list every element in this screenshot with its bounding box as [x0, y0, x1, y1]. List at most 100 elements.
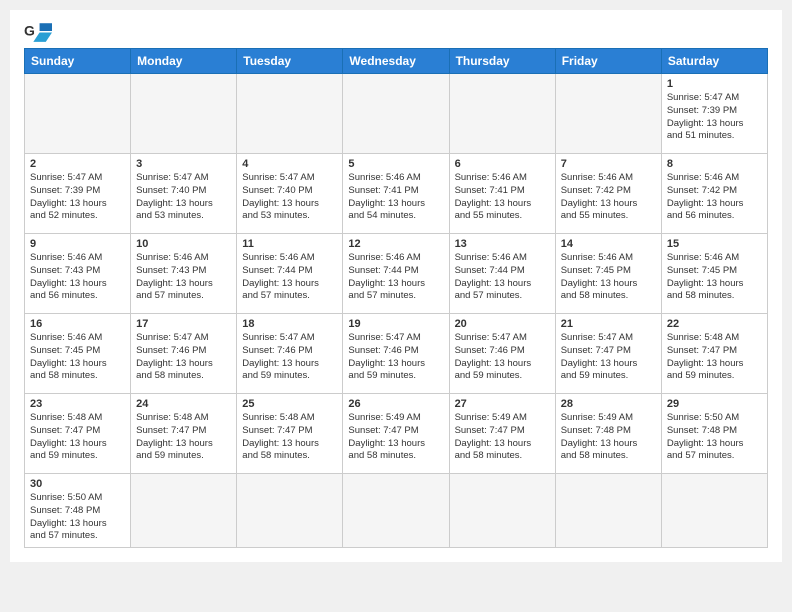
- calendar-day-cell: [555, 474, 661, 548]
- calendar-table: SundayMondayTuesdayWednesdayThursdayFrid…: [24, 48, 768, 548]
- logo-icon: G: [24, 20, 52, 42]
- calendar-day-cell: 16 Sunrise: 5:46 AM Sunset: 7:45 PM Dayli…: [25, 314, 131, 394]
- day-detail: Sunrise: 5:49 AM Sunset: 7:47 PM Dayligh…: [455, 412, 550, 463]
- logo: G: [24, 20, 56, 42]
- day-number: 25: [242, 398, 337, 410]
- calendar-day-cell: [661, 474, 767, 548]
- calendar-thead: SundayMondayTuesdayWednesdayThursdayFrid…: [25, 49, 768, 74]
- calendar-day-cell: 1 Sunrise: 5:47 AM Sunset: 7:39 PM Daylig…: [661, 74, 767, 154]
- calendar-day-cell: 8 Sunrise: 5:46 AM Sunset: 7:42 PM Daylig…: [661, 154, 767, 234]
- calendar-day-cell: 3Sunrise: 5:47 AM Sunset: 7:40 PM Daylig…: [131, 154, 237, 234]
- day-number: 11: [242, 238, 337, 250]
- day-number: 17: [136, 318, 231, 330]
- calendar-day-cell: 4 Sunrise: 5:47 AM Sunset: 7:40 PM Daylig…: [237, 154, 343, 234]
- weekday-wednesday: Wednesday: [343, 49, 449, 74]
- calendar-day-cell: [25, 74, 131, 154]
- day-number: 24: [136, 398, 231, 410]
- calendar-day-cell: 10Sunrise: 5:46 AM Sunset: 7:43 PM Dayli…: [131, 234, 237, 314]
- calendar-day-cell: 13 Sunrise: 5:46 AM Sunset: 7:44 PM Dayli…: [449, 234, 555, 314]
- calendar-tbody: 1 Sunrise: 5:47 AM Sunset: 7:39 PM Daylig…: [25, 74, 768, 548]
- calendar-day-cell: 26Sunrise: 5:49 AM Sunset: 7:47 PM Dayli…: [343, 394, 449, 474]
- calendar-week-row: 23Sunrise: 5:48 AM Sunset: 7:47 PM Dayli…: [25, 394, 768, 474]
- calendar-day-cell: 30Sunrise: 5:50 AM Sunset: 7:48 PM Dayli…: [25, 474, 131, 548]
- calendar-day-cell: 22 Sunrise: 5:48 AM Sunset: 7:47 PM Dayli…: [661, 314, 767, 394]
- day-detail: Sunrise: 5:46 AM Sunset: 7:43 PM Dayligh…: [136, 252, 231, 303]
- calendar-week-row: 16 Sunrise: 5:46 AM Sunset: 7:45 PM Dayli…: [25, 314, 768, 394]
- calendar-day-cell: 17 Sunrise: 5:47 AM Sunset: 7:46 PM Dayli…: [131, 314, 237, 394]
- day-detail: Sunrise: 5:46 AM Sunset: 7:45 PM Dayligh…: [561, 252, 656, 303]
- day-number: 9: [30, 238, 125, 250]
- day-detail: Sunrise: 5:48 AM Sunset: 7:47 PM Dayligh…: [242, 412, 337, 463]
- day-detail: Sunrise: 5:47 AM Sunset: 7:40 PM Dayligh…: [136, 172, 231, 223]
- day-detail: Sunrise: 5:46 AM Sunset: 7:44 PM Dayligh…: [455, 252, 550, 303]
- weekday-saturday: Saturday: [661, 49, 767, 74]
- calendar-week-row: 30Sunrise: 5:50 AM Sunset: 7:48 PM Dayli…: [25, 474, 768, 548]
- calendar-day-cell: 25 Sunrise: 5:48 AM Sunset: 7:47 PM Dayli…: [237, 394, 343, 474]
- calendar-day-cell: [343, 74, 449, 154]
- weekday-header-row: SundayMondayTuesdayWednesdayThursdayFrid…: [25, 49, 768, 74]
- calendar-day-cell: 28 Sunrise: 5:49 AM Sunset: 7:48 PM Dayli…: [555, 394, 661, 474]
- calendar-day-cell: 20Sunrise: 5:47 AM Sunset: 7:46 PM Dayli…: [449, 314, 555, 394]
- calendar-day-cell: 7 Sunrise: 5:46 AM Sunset: 7:42 PM Daylig…: [555, 154, 661, 234]
- day-detail: Sunrise: 5:46 AM Sunset: 7:42 PM Dayligh…: [667, 172, 762, 223]
- calendar-day-cell: 19 Sunrise: 5:47 AM Sunset: 7:46 PM Dayli…: [343, 314, 449, 394]
- day-number: 2: [30, 158, 125, 170]
- calendar-day-cell: 15 Sunrise: 5:46 AM Sunset: 7:45 PM Dayli…: [661, 234, 767, 314]
- weekday-monday: Monday: [131, 49, 237, 74]
- day-number: 19: [348, 318, 443, 330]
- calendar-day-cell: 9 Sunrise: 5:46 AM Sunset: 7:43 PM Daylig…: [25, 234, 131, 314]
- day-number: 28: [561, 398, 656, 410]
- calendar-day-cell: 6Sunrise: 5:46 AM Sunset: 7:41 PM Daylig…: [449, 154, 555, 234]
- day-number: 21: [561, 318, 656, 330]
- weekday-sunday: Sunday: [25, 49, 131, 74]
- calendar-day-cell: 2Sunrise: 5:47 AM Sunset: 7:39 PM Daylig…: [25, 154, 131, 234]
- day-detail: Sunrise: 5:49 AM Sunset: 7:47 PM Dayligh…: [348, 412, 443, 463]
- day-detail: Sunrise: 5:46 AM Sunset: 7:42 PM Dayligh…: [561, 172, 656, 223]
- calendar-day-cell: 27 Sunrise: 5:49 AM Sunset: 7:47 PM Dayli…: [449, 394, 555, 474]
- day-number: 15: [667, 238, 762, 250]
- day-number: 4: [242, 158, 337, 170]
- day-number: 27: [455, 398, 550, 410]
- calendar-day-cell: 24Sunrise: 5:48 AM Sunset: 7:47 PM Dayli…: [131, 394, 237, 474]
- day-detail: Sunrise: 5:48 AM Sunset: 7:47 PM Dayligh…: [667, 332, 762, 383]
- day-number: 14: [561, 238, 656, 250]
- day-number: 5: [348, 158, 443, 170]
- weekday-tuesday: Tuesday: [237, 49, 343, 74]
- day-detail: Sunrise: 5:46 AM Sunset: 7:43 PM Dayligh…: [30, 252, 125, 303]
- day-number: 12: [348, 238, 443, 250]
- day-number: 6: [455, 158, 550, 170]
- svg-text:G: G: [24, 23, 35, 39]
- calendar-day-cell: [237, 474, 343, 548]
- calendar-header: G: [24, 20, 768, 42]
- weekday-thursday: Thursday: [449, 49, 555, 74]
- calendar-day-cell: 18Sunrise: 5:47 AM Sunset: 7:46 PM Dayli…: [237, 314, 343, 394]
- day-number: 22: [667, 318, 762, 330]
- day-detail: Sunrise: 5:47 AM Sunset: 7:46 PM Dayligh…: [136, 332, 231, 383]
- calendar-week-row: 9 Sunrise: 5:46 AM Sunset: 7:43 PM Daylig…: [25, 234, 768, 314]
- calendar-day-cell: [555, 74, 661, 154]
- day-number: 13: [455, 238, 550, 250]
- day-number: 8: [667, 158, 762, 170]
- day-detail: Sunrise: 5:50 AM Sunset: 7:48 PM Dayligh…: [30, 492, 125, 543]
- day-number: 1: [667, 78, 762, 90]
- day-detail: Sunrise: 5:50 AM Sunset: 7:48 PM Dayligh…: [667, 412, 762, 463]
- calendar-day-cell: 23Sunrise: 5:48 AM Sunset: 7:47 PM Dayli…: [25, 394, 131, 474]
- calendar-day-cell: 11Sunrise: 5:46 AM Sunset: 7:44 PM Dayli…: [237, 234, 343, 314]
- calendar-day-cell: [131, 474, 237, 548]
- day-detail: Sunrise: 5:46 AM Sunset: 7:45 PM Dayligh…: [30, 332, 125, 383]
- calendar-day-cell: [237, 74, 343, 154]
- calendar-day-cell: 29 Sunrise: 5:50 AM Sunset: 7:48 PM Dayli…: [661, 394, 767, 474]
- day-number: 29: [667, 398, 762, 410]
- calendar-week-row: 2Sunrise: 5:47 AM Sunset: 7:39 PM Daylig…: [25, 154, 768, 234]
- day-detail: Sunrise: 5:47 AM Sunset: 7:39 PM Dayligh…: [667, 92, 762, 143]
- calendar-page: G SundayMondayTuesdayWednesdayThursdayFr…: [10, 10, 782, 562]
- calendar-day-cell: 12 Sunrise: 5:46 AM Sunset: 7:44 PM Dayli…: [343, 234, 449, 314]
- day-detail: Sunrise: 5:46 AM Sunset: 7:45 PM Dayligh…: [667, 252, 762, 303]
- day-detail: Sunrise: 5:47 AM Sunset: 7:46 PM Dayligh…: [348, 332, 443, 383]
- calendar-day-cell: 21Sunrise: 5:47 AM Sunset: 7:47 PM Dayli…: [555, 314, 661, 394]
- day-detail: Sunrise: 5:47 AM Sunset: 7:40 PM Dayligh…: [242, 172, 337, 223]
- day-number: 16: [30, 318, 125, 330]
- day-number: 7: [561, 158, 656, 170]
- day-detail: Sunrise: 5:49 AM Sunset: 7:48 PM Dayligh…: [561, 412, 656, 463]
- day-detail: Sunrise: 5:46 AM Sunset: 7:44 PM Dayligh…: [348, 252, 443, 303]
